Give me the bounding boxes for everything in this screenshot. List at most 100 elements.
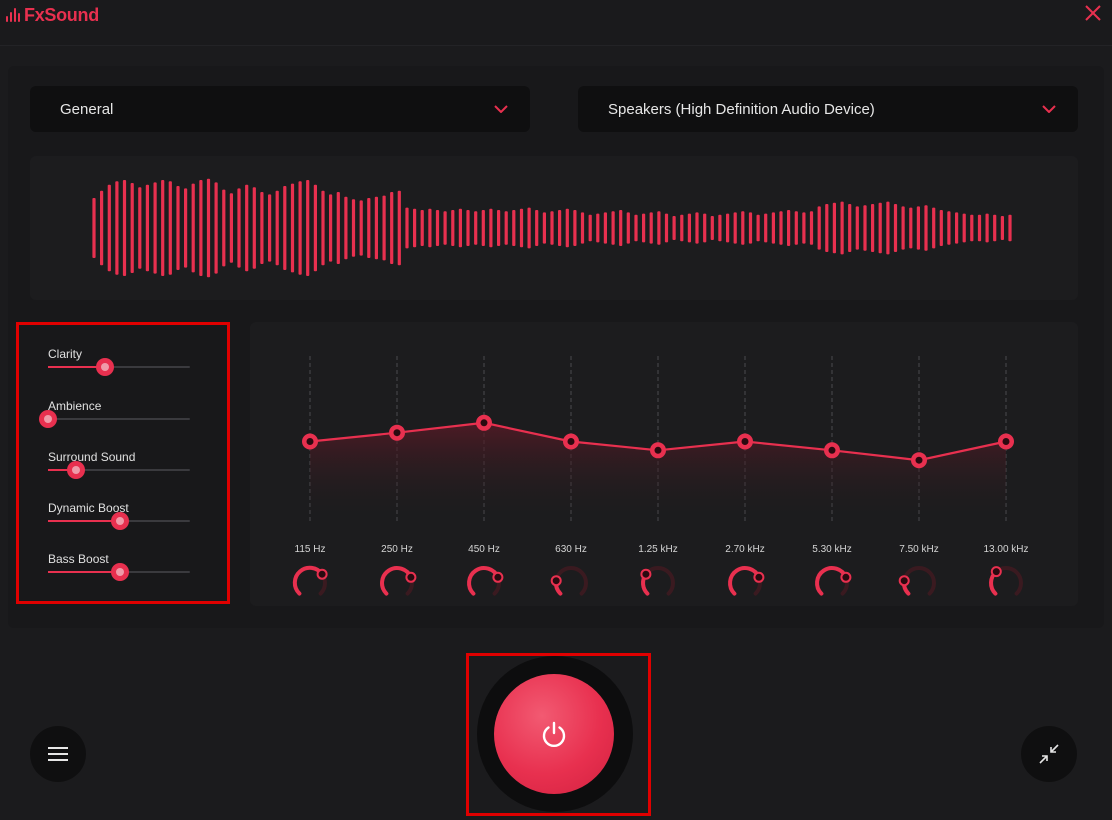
eq-band-knob[interactable] (724, 562, 766, 602)
eq-point[interactable] (476, 414, 492, 431)
waveform-bar (306, 180, 310, 276)
waveform-bar (832, 202, 836, 254)
effect-slider[interactable] (48, 461, 190, 479)
eq-band-knob[interactable] (463, 562, 505, 602)
waveform-bar (161, 180, 165, 276)
waveform-bar (703, 213, 707, 243)
menu-button[interactable] (30, 726, 86, 782)
waveform-bar (336, 192, 340, 264)
shrink-button[interactable] (1021, 726, 1077, 782)
eq-band-label: 7.50 kHz (899, 544, 939, 555)
eq-band-knob[interactable] (811, 562, 853, 602)
close-icon (1085, 5, 1101, 21)
preset-dropdown[interactable]: General (30, 86, 530, 132)
waveform-bar (993, 214, 997, 242)
waveform-bar (512, 210, 516, 246)
waveform-bar (649, 212, 653, 244)
eq-point[interactable] (389, 424, 405, 441)
waveform-bar (153, 182, 157, 274)
knob-dial-icon (467, 565, 504, 596)
eq-band-knob[interactable] (985, 562, 1027, 602)
waveform-bar (321, 190, 325, 266)
waveform-visualizer (30, 156, 1078, 300)
waveform-bar (733, 212, 737, 244)
eq-band-label: 2.70 kHz (725, 544, 765, 555)
waveform-bar (680, 214, 684, 242)
waveform-bar (787, 210, 791, 246)
waveform-bar (848, 204, 852, 252)
waveform-bar (458, 208, 462, 248)
effect-dynamic-boost: Dynamic Boost (48, 501, 198, 530)
effect-slider[interactable] (48, 358, 190, 376)
eq-band-knob[interactable] (637, 562, 679, 602)
waveform-bar (710, 216, 714, 240)
waveform-bar (1000, 216, 1004, 240)
waveform-bar (405, 207, 409, 249)
slider-knob[interactable] (95, 358, 114, 376)
chevron-down-icon (1042, 105, 1056, 113)
waveform-bar (756, 214, 760, 242)
waveform-bar (382, 195, 386, 261)
waveform-bar (764, 213, 768, 243)
waveform-bar (809, 211, 814, 245)
waveform-bar (718, 214, 722, 242)
waveform-bar (344, 196, 348, 260)
eq-point[interactable] (563, 433, 579, 450)
waveform-bar (504, 211, 508, 245)
waveform-bar (397, 190, 401, 266)
effect-slider[interactable] (48, 563, 190, 581)
waveform-bar (603, 212, 607, 244)
waveform-bar (794, 211, 798, 245)
waveform-bar (932, 207, 936, 249)
waveform-bar (313, 184, 317, 272)
eq-point[interactable] (998, 433, 1014, 450)
eq-point[interactable] (302, 433, 318, 450)
waveform-bar (451, 210, 455, 246)
waveform-bar (664, 213, 669, 243)
eq-band-label: 630 Hz (555, 544, 587, 555)
waveform-bar (611, 211, 615, 245)
device-dropdown[interactable]: Speakers (High Definition Audio Device) (578, 86, 1078, 132)
eq-band-label: 115 Hz (294, 544, 326, 555)
knob-dial-icon (989, 565, 1023, 596)
close-button[interactable] (1082, 2, 1104, 24)
waveform-bar (878, 202, 882, 254)
effect-slider[interactable] (39, 410, 190, 428)
eq-point[interactable] (737, 433, 753, 450)
waveform-bar (672, 216, 676, 240)
waveform-bar (489, 208, 493, 248)
waveform-bar (802, 212, 806, 244)
power-highlight-frame (466, 653, 651, 816)
waveform-bar (260, 192, 264, 264)
effect-slider[interactable] (48, 512, 190, 530)
waveform-bar (268, 194, 272, 262)
waveform-bar (924, 205, 928, 251)
waveform-bar (107, 184, 111, 272)
chevron-down-icon (494, 105, 508, 113)
eq-band-knob[interactable] (898, 562, 940, 602)
waveform-bar (466, 210, 470, 246)
eq-band-knob[interactable] (376, 562, 418, 602)
waveform-bar (726, 213, 730, 243)
app-logo: FxSound (6, 4, 99, 26)
waveform-bar (92, 198, 96, 258)
preset-dropdown-value: General (60, 100, 114, 118)
title-bar: FxSound (0, 0, 1112, 46)
effect-ambience: Ambience (39, 399, 198, 428)
waveform-bar (115, 181, 119, 275)
waveform-bar (985, 213, 989, 243)
waveform-bar (275, 190, 279, 266)
waveform-bar (916, 206, 920, 250)
effect-bass-boost: Bass Boost (48, 552, 198, 581)
waveform-bar (947, 211, 951, 245)
eq-point[interactable] (911, 452, 927, 469)
waveform-bar (863, 205, 867, 251)
eq-band-knob[interactable] (550, 562, 592, 602)
eq-point[interactable] (824, 442, 840, 459)
waveform-bar (558, 210, 562, 246)
waveform-bar (359, 200, 363, 256)
waveform-bar (290, 183, 295, 273)
eq-point[interactable] (650, 442, 666, 459)
eq-band-knob[interactable] (289, 562, 331, 602)
slider-knob[interactable] (39, 410, 57, 428)
